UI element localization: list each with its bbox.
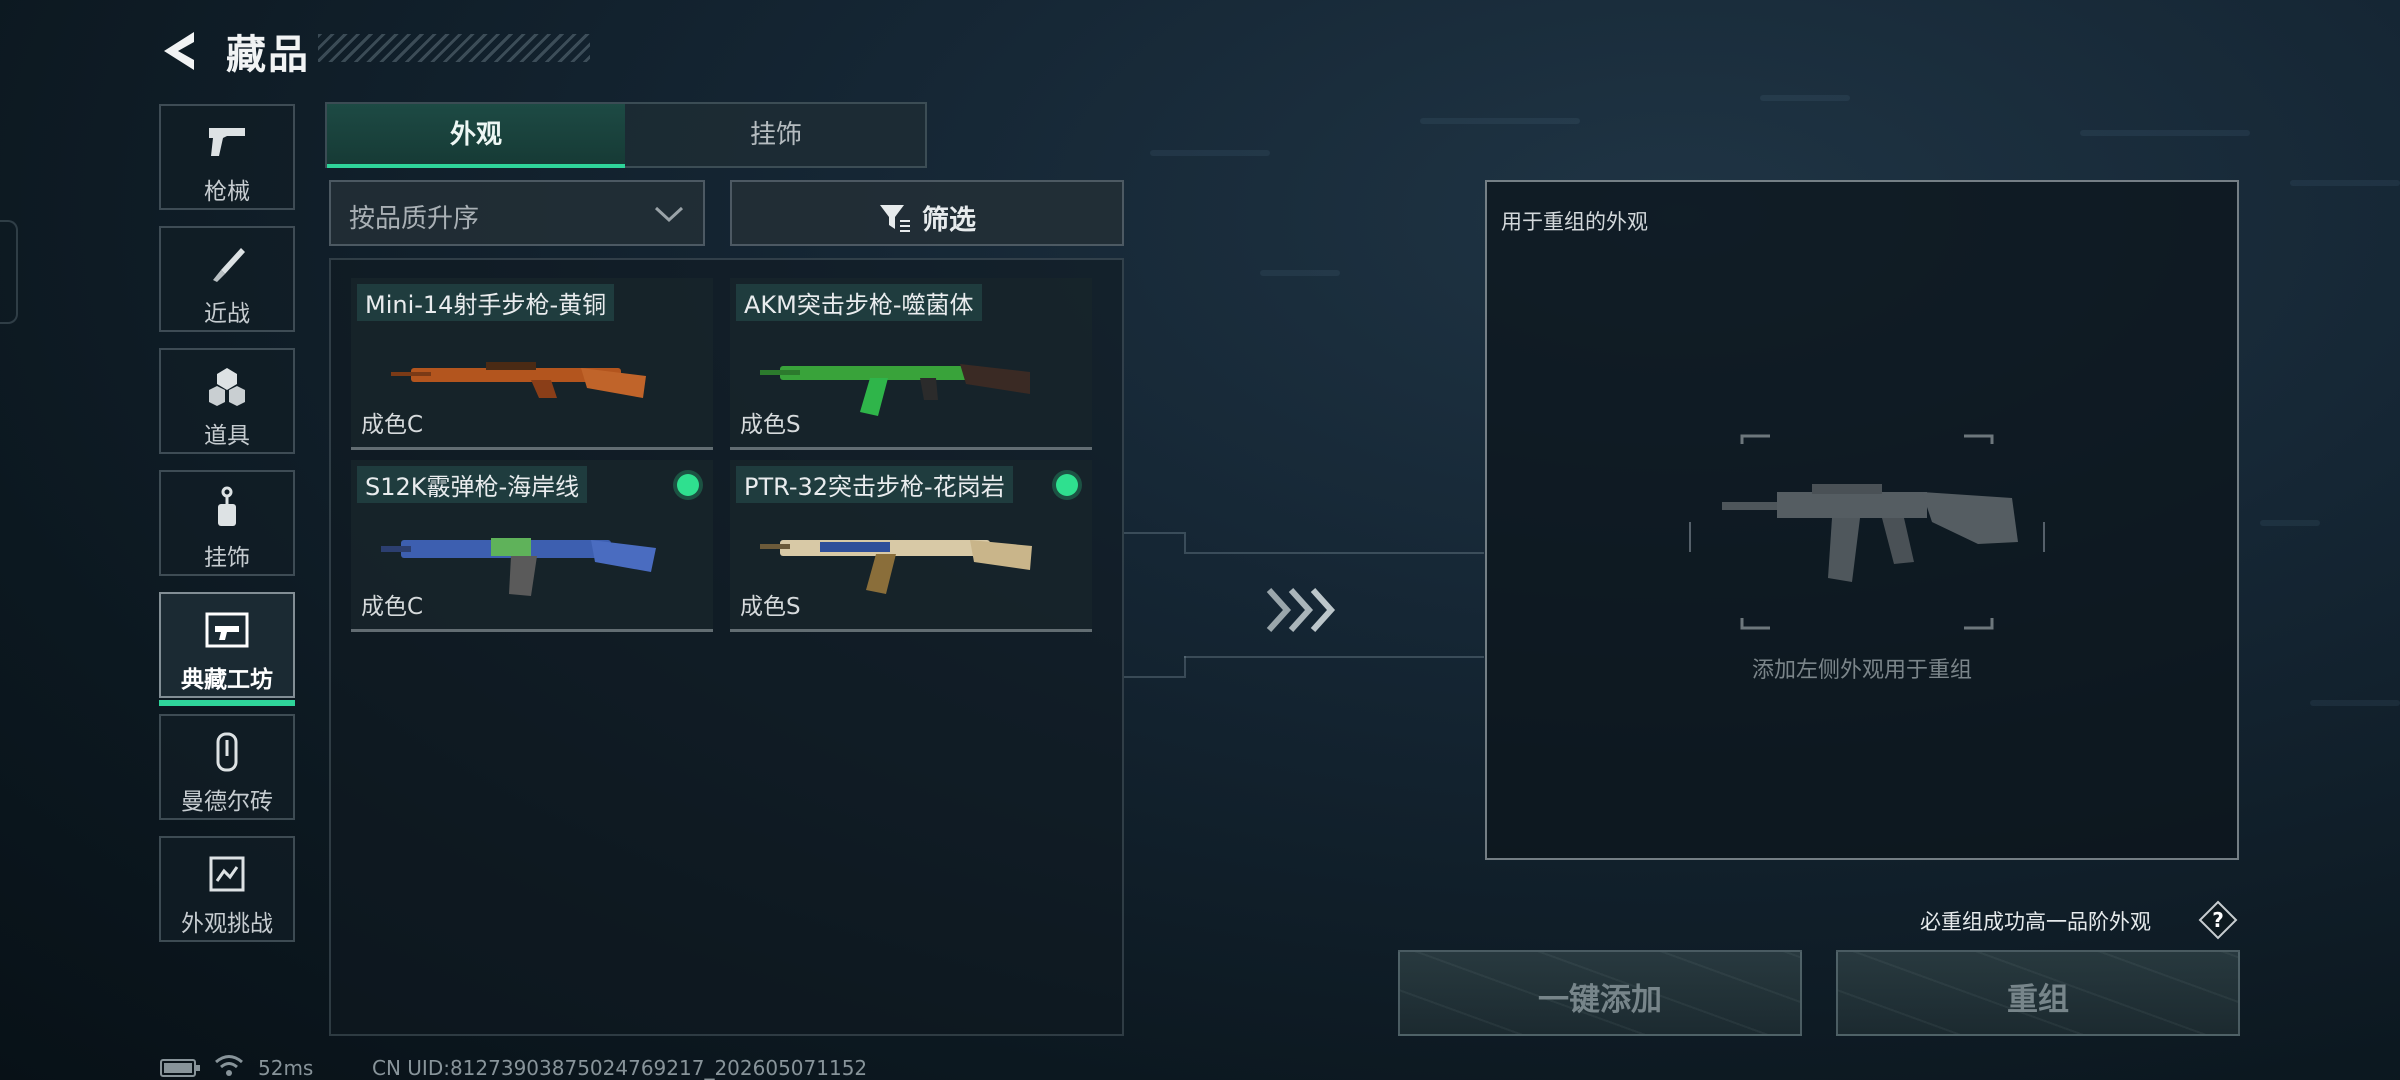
category-tabs: 外观 挂饰 xyxy=(325,102,927,168)
filter-icon xyxy=(880,204,910,232)
sidebar-item-label: 近战 xyxy=(204,301,250,327)
filter-button-label: 筛选 xyxy=(922,205,976,236)
help-icon[interactable]: ? xyxy=(2198,900,2238,940)
challenge-icon xyxy=(209,856,245,892)
connector-line xyxy=(1184,656,1186,678)
item-name: Mini-14射手步枪-黄铜 xyxy=(357,284,615,321)
item-grade: 成色C xyxy=(361,594,424,620)
network-ping: 52ms xyxy=(258,1056,314,1080)
item-grade: 成色S xyxy=(740,594,801,620)
back-arrow-icon xyxy=(164,32,194,70)
rifle-image xyxy=(760,364,1030,416)
item-grade: 成色C xyxy=(361,412,424,438)
new-indicator-dot xyxy=(1056,474,1078,496)
filter-button[interactable]: 筛选 xyxy=(730,180,1124,246)
sidebar-item-label: 枪械 xyxy=(204,179,250,205)
knife-icon xyxy=(213,248,245,282)
wifi-icon xyxy=(215,1055,243,1076)
item-grid-panel: Mini-14射手步枪-黄铜 成色C AKM突击步枪-噬菌体 成色S S12K霰… xyxy=(329,258,1124,1036)
pistol-icon xyxy=(209,128,245,156)
sidebar-item-label: 道具 xyxy=(204,423,250,449)
connector-line xyxy=(1124,676,1184,678)
grenade-icon xyxy=(209,368,245,406)
one-click-add-button[interactable]: 一键添加 xyxy=(1398,950,1802,1036)
sidebar-item-items[interactable]: 道具 xyxy=(159,348,295,454)
connector-line xyxy=(1124,532,1184,534)
item-name: PTR-32突击步枪-花岗岩 xyxy=(736,466,1013,503)
one-click-add-label: 一键添加 xyxy=(1538,982,1662,1018)
triple-chevron-right-icon xyxy=(1266,587,1336,633)
connector-line xyxy=(1184,656,1484,658)
item-card[interactable]: Mini-14射手步枪-黄铜 成色C xyxy=(351,278,713,450)
item-card[interactable]: PTR-32突击步枪-花岗岩 成色S xyxy=(730,460,1092,632)
target-panel-hint: 添加左侧外观用于重组 xyxy=(1751,658,1972,683)
item-name: AKM突击步枪-噬菌体 xyxy=(736,284,982,321)
sidebar-item-label: 曼德尔砖 xyxy=(181,789,273,815)
user-uid: CN UID:81273903875024769217_202605071152 xyxy=(372,1056,868,1080)
rifle-placeholder-icon xyxy=(1689,434,2045,630)
shotgun-image xyxy=(381,538,656,596)
rifle-image xyxy=(391,362,646,398)
sidebar-item-label: 外观挑战 xyxy=(181,911,273,937)
help-icon-glyph: ? xyxy=(2212,908,2224,932)
tab-appearance[interactable]: 外观 xyxy=(327,104,625,168)
sidebar-item-charms[interactable]: 挂饰 xyxy=(159,470,295,576)
reforge-button[interactable]: 重组 xyxy=(1836,950,2240,1036)
sidebar-item-melee[interactable]: 近战 xyxy=(159,226,295,332)
target-panel-title: 用于重组的外观 xyxy=(1501,210,1648,234)
sidebar-item-workshop[interactable]: 典藏工坊 xyxy=(159,592,295,706)
mandel-brick-icon xyxy=(216,732,238,772)
reforge-guarantee-text: 必重组成功高一品阶外观 xyxy=(1920,910,2151,934)
sidebar-item-guns[interactable]: 枪械 xyxy=(159,104,295,210)
item-card[interactable]: AKM突击步枪-噬菌体 成色S xyxy=(730,278,1092,450)
rifle-image xyxy=(760,540,1032,594)
tab-charms[interactable]: 挂饰 xyxy=(627,104,925,166)
sidebar-item-appearance-challenge[interactable]: 外观挑战 xyxy=(159,836,295,942)
sort-dropdown-label: 按品质升序 xyxy=(349,204,480,234)
sidebar-item-label: 典藏工坊 xyxy=(181,667,273,693)
connector-line xyxy=(1184,532,1186,552)
sort-dropdown[interactable]: 按品质升序 xyxy=(329,180,705,246)
edge-decoration xyxy=(0,220,18,324)
charm-icon xyxy=(218,486,236,526)
item-card[interactable]: S12K霰弹枪-海岸线 成色C xyxy=(351,460,713,632)
page-title: 藏品 xyxy=(226,32,310,78)
title-decoration xyxy=(318,34,590,62)
sidebar-item-mandel-brick[interactable]: 曼德尔砖 xyxy=(159,714,295,820)
connector-line xyxy=(1184,552,1484,554)
new-indicator-dot xyxy=(677,474,699,496)
sidebar-item-label: 挂饰 xyxy=(204,545,250,571)
reforge-target-panel: 用于重组的外观 添加左侧外观用于重组 xyxy=(1485,180,2239,860)
battery-icon xyxy=(160,1059,200,1077)
chevron-down-icon xyxy=(654,206,684,223)
back-button[interactable] xyxy=(158,28,204,74)
item-grade: 成色S xyxy=(740,412,801,438)
item-name: S12K霰弹枪-海岸线 xyxy=(357,466,588,503)
workshop-icon xyxy=(205,612,249,648)
reforge-label: 重组 xyxy=(2007,982,2069,1018)
